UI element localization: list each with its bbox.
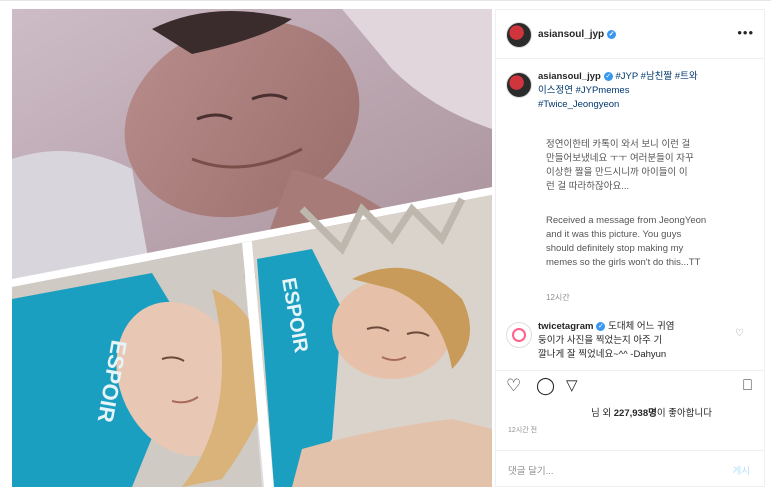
caption-header: asiansoul_jyp ✓ #JYP #남친짤 #트와 이스정연 #JYPme… bbox=[538, 70, 756, 112]
likes-number[interactable]: 227,938명 bbox=[614, 408, 657, 419]
hashtags-line3[interactable]: #Twice_Jeongyeon bbox=[538, 99, 619, 110]
comment-input[interactable]: 댓글 달기... bbox=[508, 463, 554, 477]
action-bar: ♡ ◯ ▽ ⎕ bbox=[496, 370, 764, 401]
caption-korean: 정연이한테 카톡이 와서 보니 이런 걸 만들어보냈네요 ㅜㅜ 여러분들이 자꾸… bbox=[546, 139, 694, 192]
post-sidebar: asiansoul_jyp ✓ ••• asiansoul_jyp ✓ #JYP #… bbox=[495, 9, 765, 487]
instagram-post-window: ESPOIR ESPOIR asiansoul_jyp ✓ ••• asians… bbox=[0, 0, 771, 493]
comment: twicetagram ✓ 도대체 어느 귀염 둥이가 사진을 찍었는지 아주 기… bbox=[538, 320, 738, 362]
share-send-icon[interactable]: ▽ bbox=[566, 377, 578, 395]
author-username[interactable]: asiansoul_jyp ✓ bbox=[538, 29, 617, 40]
verified-icon: ✓ bbox=[603, 71, 613, 81]
comment-like-icon[interactable]: ♡ bbox=[735, 328, 744, 339]
post-comment-button[interactable]: 게시 bbox=[733, 463, 750, 477]
caption-english: Received a message from JeongYeon and it… bbox=[546, 215, 707, 268]
likes-count[interactable]: 님 외 227,938명이 좋아합니다 bbox=[591, 405, 712, 419]
post-timestamp: 12시간 전 bbox=[508, 427, 538, 434]
caption-username[interactable]: asiansoul_jyp bbox=[538, 71, 601, 82]
bottom-left-photo: ESPOIR bbox=[12, 243, 272, 487]
hashtags-line2[interactable]: 이스정연 #JYPmemes bbox=[538, 85, 629, 96]
post-header: asiansoul_jyp ✓ ••• bbox=[496, 10, 764, 59]
comment-bubble-icon[interactable]: ◯ bbox=[536, 377, 555, 395]
bottom-right-photo: ESPOIR bbox=[252, 195, 492, 487]
hashtags-line1[interactable]: #JYP #남친짤 #트와 bbox=[613, 71, 697, 82]
likes-suffix: 이 좋아합니다 bbox=[656, 408, 712, 419]
photo-collage: ESPOIR ESPOIR bbox=[12, 9, 492, 487]
bookmark-icon[interactable]: ⎕ bbox=[743, 377, 752, 395]
comment-bar: 댓글 달기... 게시 bbox=[496, 450, 764, 489]
author-username-text[interactable]: asiansoul_jyp bbox=[538, 29, 604, 40]
avatar[interactable] bbox=[506, 22, 532, 48]
verified-icon: ✓ bbox=[607, 29, 617, 39]
caption-timestamp: 12시간 bbox=[546, 293, 570, 302]
like-heart-icon[interactable]: ♡ bbox=[506, 377, 521, 395]
caption-avatar[interactable] bbox=[506, 72, 532, 98]
comment-username[interactable]: twicetagram bbox=[538, 321, 593, 332]
comment-avatar[interactable] bbox=[506, 322, 532, 348]
post-photo[interactable]: ESPOIR ESPOIR bbox=[12, 9, 492, 487]
likes-prefix: 님 외 bbox=[591, 408, 614, 419]
more-options-icon[interactable]: ••• bbox=[737, 25, 754, 40]
